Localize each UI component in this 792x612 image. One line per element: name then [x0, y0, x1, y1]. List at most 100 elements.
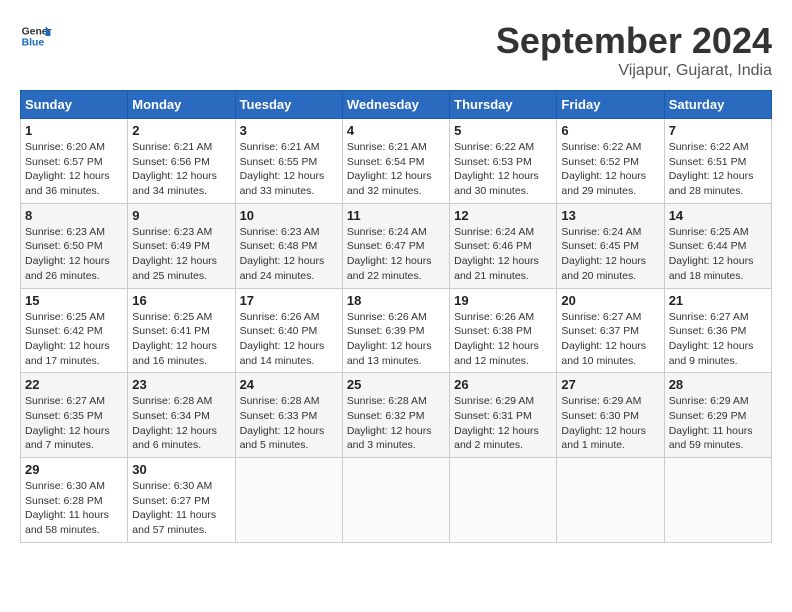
- header-saturday: Saturday: [664, 91, 771, 119]
- day-number: 15: [25, 293, 123, 308]
- day-info: Sunrise: 6:28 AM Sunset: 6:32 PM Dayligh…: [347, 394, 445, 453]
- day-number: 21: [669, 293, 767, 308]
- day-info: Sunrise: 6:25 AM Sunset: 6:42 PM Dayligh…: [25, 310, 123, 369]
- calendar-cell: 19 Sunrise: 6:26 AM Sunset: 6:38 PM Dayli…: [450, 288, 557, 373]
- header-monday: Monday: [128, 91, 235, 119]
- day-info: Sunrise: 6:23 AM Sunset: 6:50 PM Dayligh…: [25, 225, 123, 284]
- calendar-cell: 26 Sunrise: 6:29 AM Sunset: 6:31 PM Dayli…: [450, 373, 557, 458]
- day-info: Sunrise: 6:26 AM Sunset: 6:39 PM Dayligh…: [347, 310, 445, 369]
- calendar-cell: 13 Sunrise: 6:24 AM Sunset: 6:45 PM Dayli…: [557, 203, 664, 288]
- calendar-cell: [557, 458, 664, 543]
- day-number: 16: [132, 293, 230, 308]
- header-sunday: Sunday: [21, 91, 128, 119]
- day-number: 28: [669, 377, 767, 392]
- day-number: 8: [25, 208, 123, 223]
- calendar-cell: 9Sunrise: 6:23 AM Sunset: 6:49 PM Daylig…: [128, 203, 235, 288]
- day-info: Sunrise: 6:21 AM Sunset: 6:56 PM Dayligh…: [132, 140, 230, 199]
- calendar-cell: 1Sunrise: 6:20 AM Sunset: 6:57 PM Daylig…: [21, 119, 128, 204]
- calendar-cell: 5Sunrise: 6:22 AM Sunset: 6:53 PM Daylig…: [450, 119, 557, 204]
- day-number: 10: [240, 208, 338, 223]
- day-number: 29: [25, 462, 123, 477]
- calendar-cell: 29 Sunrise: 6:30 AM Sunset: 6:28 PM Dayli…: [21, 458, 128, 543]
- day-info: Sunrise: 6:29 AM Sunset: 6:30 PM Dayligh…: [561, 394, 659, 453]
- day-number: 20: [561, 293, 659, 308]
- day-info: Sunrise: 6:29 AM Sunset: 6:29 PM Dayligh…: [669, 394, 767, 453]
- day-info: Sunrise: 6:23 AM Sunset: 6:48 PM Dayligh…: [240, 225, 338, 284]
- calendar-table: Sunday Monday Tuesday Wednesday Thursday…: [20, 90, 772, 543]
- calendar-cell: 17 Sunrise: 6:26 AM Sunset: 6:40 PM Dayli…: [235, 288, 342, 373]
- day-number: 4: [347, 123, 445, 138]
- calendar-week-row: 22Sunrise: 6:27 AM Sunset: 6:35 PM Dayli…: [21, 373, 772, 458]
- day-number: 30: [132, 462, 230, 477]
- calendar-cell: [342, 458, 449, 543]
- day-info: Sunrise: 6:26 AM Sunset: 6:38 PM Dayligh…: [454, 310, 552, 369]
- day-info: Sunrise: 6:30 AM Sunset: 6:27 PM Dayligh…: [132, 479, 230, 538]
- calendar-cell: 16 Sunrise: 6:25 AM Sunset: 6:41 PM Dayli…: [128, 288, 235, 373]
- calendar-cell: 6Sunrise: 6:22 AM Sunset: 6:52 PM Daylig…: [557, 119, 664, 204]
- day-info: Sunrise: 6:27 AM Sunset: 6:35 PM Dayligh…: [25, 394, 123, 453]
- svg-text:Blue: Blue: [22, 38, 45, 49]
- day-info: Sunrise: 6:27 AM Sunset: 6:37 PM Dayligh…: [561, 310, 659, 369]
- calendar-cell: 11 Sunrise: 6:24 AM Sunset: 6:47 PM Dayli…: [342, 203, 449, 288]
- calendar-cell: [450, 458, 557, 543]
- calendar-cell: 22Sunrise: 6:27 AM Sunset: 6:35 PM Dayli…: [21, 373, 128, 458]
- title-area: September 2024 Vijapur, Gujarat, India: [496, 20, 772, 80]
- calendar-cell: 14Sunrise: 6:25 AM Sunset: 6:44 PM Dayli…: [664, 203, 771, 288]
- day-info: Sunrise: 6:25 AM Sunset: 6:44 PM Dayligh…: [669, 225, 767, 284]
- calendar-cell: 2Sunrise: 6:21 AM Sunset: 6:56 PM Daylig…: [128, 119, 235, 204]
- day-number: 17: [240, 293, 338, 308]
- calendar-cell: 23 Sunrise: 6:28 AM Sunset: 6:34 PM Dayli…: [128, 373, 235, 458]
- calendar-cell: 3 Sunrise: 6:21 AM Sunset: 6:55 PM Daylig…: [235, 119, 342, 204]
- day-number: 19: [454, 293, 552, 308]
- day-info: Sunrise: 6:29 AM Sunset: 6:31 PM Dayligh…: [454, 394, 552, 453]
- calendar-cell: 24Sunrise: 6:28 AM Sunset: 6:33 PM Dayli…: [235, 373, 342, 458]
- day-info: Sunrise: 6:22 AM Sunset: 6:51 PM Dayligh…: [669, 140, 767, 199]
- calendar-cell: 10 Sunrise: 6:23 AM Sunset: 6:48 PM Dayli…: [235, 203, 342, 288]
- calendar-week-row: 8 Sunrise: 6:23 AM Sunset: 6:50 PM Daylig…: [21, 203, 772, 288]
- weekday-header-row: Sunday Monday Tuesday Wednesday Thursday…: [21, 91, 772, 119]
- day-number: 12: [454, 208, 552, 223]
- calendar-cell: 8 Sunrise: 6:23 AM Sunset: 6:50 PM Daylig…: [21, 203, 128, 288]
- day-info: Sunrise: 6:23 AM Sunset: 6:49 PM Dayligh…: [132, 225, 230, 284]
- calendar-cell: 12 Sunrise: 6:24 AM Sunset: 6:46 PM Dayli…: [450, 203, 557, 288]
- calendar-cell: 21Sunrise: 6:27 AM Sunset: 6:36 PM Dayli…: [664, 288, 771, 373]
- day-info: Sunrise: 6:21 AM Sunset: 6:54 PM Dayligh…: [347, 140, 445, 199]
- calendar-week-row: 1Sunrise: 6:20 AM Sunset: 6:57 PM Daylig…: [21, 119, 772, 204]
- day-number: 25: [347, 377, 445, 392]
- calendar-cell: 27 Sunrise: 6:29 AM Sunset: 6:30 PM Dayli…: [557, 373, 664, 458]
- day-number: 6: [561, 123, 659, 138]
- calendar-cell: [664, 458, 771, 543]
- day-number: 3: [240, 123, 338, 138]
- day-info: Sunrise: 6:25 AM Sunset: 6:41 PM Dayligh…: [132, 310, 230, 369]
- header-tuesday: Tuesday: [235, 91, 342, 119]
- location-title: Vijapur, Gujarat, India: [496, 62, 772, 80]
- day-info: Sunrise: 6:26 AM Sunset: 6:40 PM Dayligh…: [240, 310, 338, 369]
- day-info: Sunrise: 6:21 AM Sunset: 6:55 PM Dayligh…: [240, 140, 338, 199]
- calendar-cell: 20 Sunrise: 6:27 AM Sunset: 6:37 PM Dayli…: [557, 288, 664, 373]
- calendar-week-row: 29 Sunrise: 6:30 AM Sunset: 6:28 PM Dayli…: [21, 458, 772, 543]
- header-wednesday: Wednesday: [342, 91, 449, 119]
- day-number: 24: [240, 377, 338, 392]
- day-info: Sunrise: 6:30 AM Sunset: 6:28 PM Dayligh…: [25, 479, 123, 538]
- day-number: 23: [132, 377, 230, 392]
- day-number: 27: [561, 377, 659, 392]
- day-number: 5: [454, 123, 552, 138]
- day-info: Sunrise: 6:24 AM Sunset: 6:47 PM Dayligh…: [347, 225, 445, 284]
- calendar-cell: 25 Sunrise: 6:28 AM Sunset: 6:32 PM Dayli…: [342, 373, 449, 458]
- day-number: 7: [669, 123, 767, 138]
- calendar-cell: 18 Sunrise: 6:26 AM Sunset: 6:39 PM Dayli…: [342, 288, 449, 373]
- calendar-cell: 28 Sunrise: 6:29 AM Sunset: 6:29 PM Dayli…: [664, 373, 771, 458]
- calendar-week-row: 15 Sunrise: 6:25 AM Sunset: 6:42 PM Dayli…: [21, 288, 772, 373]
- day-number: 26: [454, 377, 552, 392]
- day-info: Sunrise: 6:28 AM Sunset: 6:34 PM Dayligh…: [132, 394, 230, 453]
- day-number: 11: [347, 208, 445, 223]
- month-title: September 2024: [496, 20, 772, 62]
- day-info: Sunrise: 6:24 AM Sunset: 6:45 PM Dayligh…: [561, 225, 659, 284]
- day-number: 18: [347, 293, 445, 308]
- page-header: General Blue September 2024 Vijapur, Guj…: [20, 20, 772, 80]
- header-friday: Friday: [557, 91, 664, 119]
- calendar-cell: 7 Sunrise: 6:22 AM Sunset: 6:51 PM Daylig…: [664, 119, 771, 204]
- header-thursday: Thursday: [450, 91, 557, 119]
- day-number: 13: [561, 208, 659, 223]
- day-info: Sunrise: 6:24 AM Sunset: 6:46 PM Dayligh…: [454, 225, 552, 284]
